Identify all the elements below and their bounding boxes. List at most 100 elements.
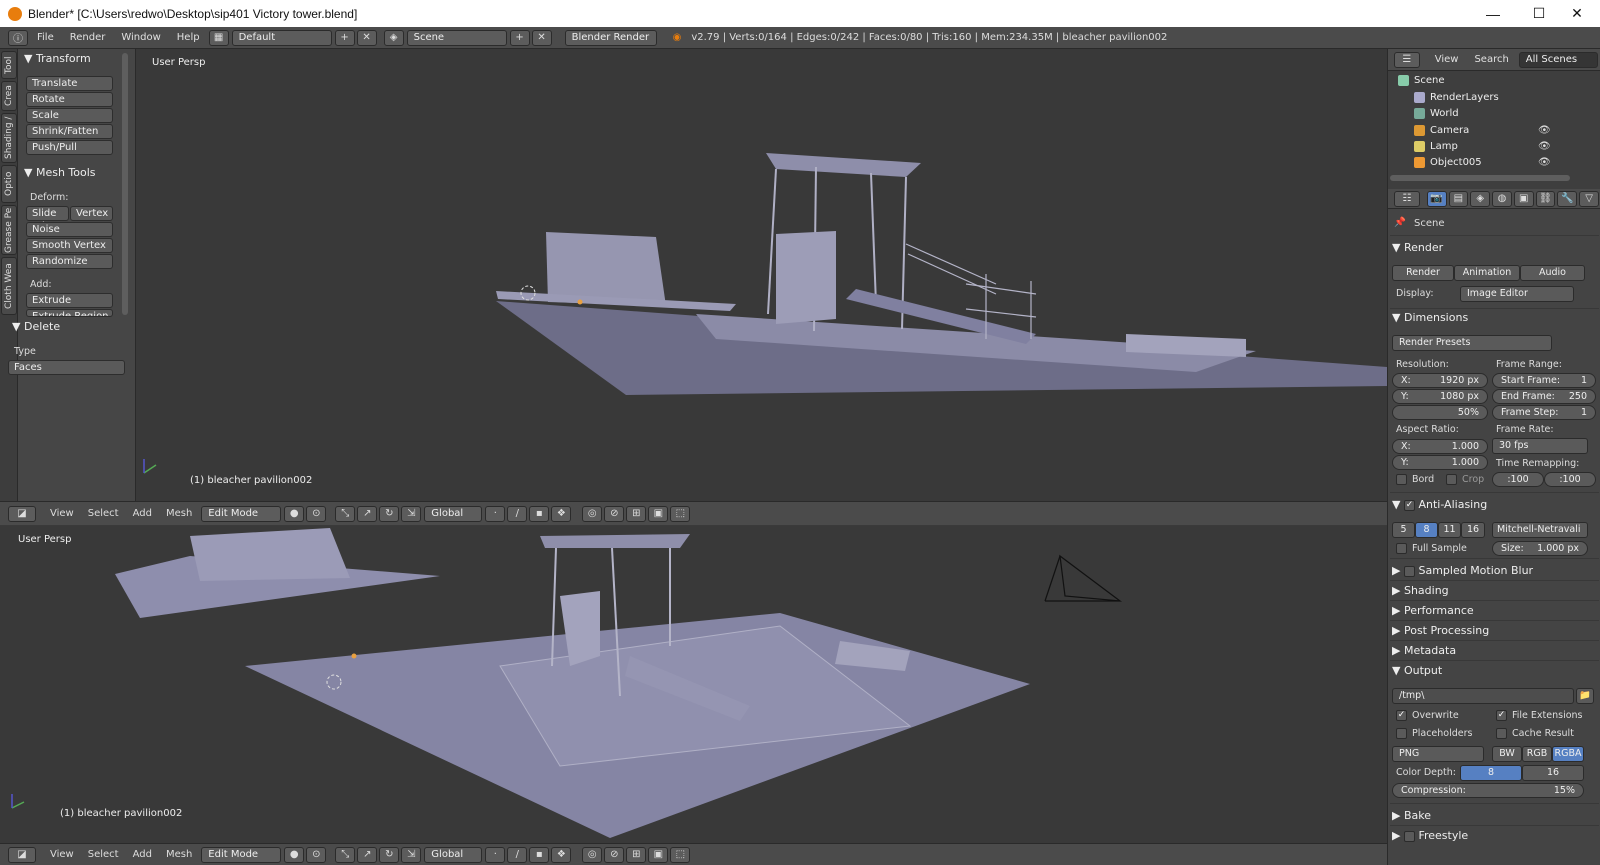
menu-add[interactable]: Add bbox=[126, 508, 159, 519]
toolshelf-scrollbar[interactable] bbox=[122, 53, 128, 315]
start-frame-field[interactable]: Start Frame: 1 bbox=[1492, 373, 1596, 388]
add-scene-icon[interactable]: + bbox=[509, 29, 530, 46]
remove-scene-icon[interactable]: ✕ bbox=[531, 29, 552, 46]
freestyle-checkbox[interactable] bbox=[1403, 830, 1415, 842]
face-select-icon-bottom[interactable]: ▪ bbox=[529, 846, 550, 863]
data-tab-icon[interactable]: ▽ bbox=[1579, 190, 1599, 207]
crop-checkbox[interactable] bbox=[1446, 474, 1457, 485]
menu-add-bottom[interactable]: Add bbox=[126, 849, 159, 860]
cache-result-checkbox[interactable] bbox=[1496, 728, 1507, 739]
aa-sample-5[interactable]: 5 bbox=[1392, 522, 1415, 538]
editor-type-icon[interactable]: ◪ bbox=[8, 505, 36, 522]
file-extensions-checkbox[interactable]: ✓ bbox=[1496, 710, 1507, 721]
pin-icon[interactable]: 📌 bbox=[1394, 217, 1406, 228]
proportional-icon[interactable]: ◎ bbox=[582, 505, 603, 522]
outliner-search-menu[interactable]: Search bbox=[1466, 54, 1516, 65]
color-rgb-button[interactable]: RGB bbox=[1522, 746, 1552, 762]
rotate-button[interactable]: Rotate bbox=[26, 92, 113, 107]
render-presets-dropdown[interactable]: Render Presets bbox=[1392, 335, 1552, 351]
pivot-icon[interactable]: ⊙ bbox=[306, 505, 327, 522]
folder-icon[interactable]: 📁 bbox=[1576, 688, 1594, 704]
menu-window[interactable]: Window bbox=[113, 32, 168, 43]
render-tab-icon[interactable]: 📷 bbox=[1426, 190, 1447, 207]
shading-icon[interactable]: ● bbox=[284, 505, 305, 522]
proportional-icon-bottom[interactable]: ◎ bbox=[582, 846, 603, 863]
resolution-y-field[interactable]: Y: 1080 px bbox=[1392, 389, 1488, 404]
manipulator-icon[interactable]: ⤡ bbox=[335, 505, 356, 522]
outliner-display-dropdown[interactable]: All Scenes bbox=[1518, 51, 1598, 68]
aa-sample-16[interactable]: 16 bbox=[1461, 522, 1485, 538]
menu-view[interactable]: View bbox=[43, 508, 81, 519]
modifiers-tab-icon[interactable]: 🔧 bbox=[1557, 190, 1578, 207]
camera-view-icon-bottom[interactable]: ⬚ bbox=[670, 846, 691, 863]
delete-type-dropdown[interactable]: Faces bbox=[8, 360, 125, 375]
bake-panel-header[interactable]: ▶ Bake bbox=[1392, 809, 1431, 822]
push-pull-button[interactable]: Push/Pull bbox=[26, 140, 113, 155]
viewport-top[interactable]: User Persp (1) bleacher pavilion002 bbox=[136, 49, 1387, 501]
tab-grease-pencil[interactable]: Grease Pe bbox=[1, 205, 17, 255]
file-format-dropdown[interactable]: PNG bbox=[1392, 746, 1484, 762]
outliner-hscrollbar[interactable] bbox=[1390, 175, 1570, 181]
snap-element-icon[interactable]: ⊞ bbox=[626, 505, 647, 522]
audio-button[interactable]: Audio bbox=[1520, 265, 1585, 281]
menu-file[interactable]: File bbox=[29, 32, 62, 43]
slide-edge-button[interactable]: Slide Ed bbox=[26, 206, 69, 232]
remap-new-field[interactable]: :100 bbox=[1544, 472, 1596, 487]
menu-select-bottom[interactable]: Select bbox=[81, 849, 126, 860]
output-path-field[interactable]: /tmp\ bbox=[1392, 688, 1574, 704]
anti-aliasing-checkbox[interactable]: ✓ bbox=[1403, 499, 1415, 511]
close-button[interactable]: ✕ bbox=[1554, 0, 1600, 27]
anti-aliasing-panel-header[interactable]: ▼ ✓ Anti-Aliasing bbox=[1392, 498, 1487, 511]
transform-panel-header[interactable]: ▼ Transform bbox=[24, 52, 91, 65]
aa-sample-8[interactable]: 8 bbox=[1415, 522, 1438, 538]
menu-mesh-bottom[interactable]: Mesh bbox=[159, 849, 199, 860]
frame-step-field[interactable]: Frame Step: 1 bbox=[1492, 405, 1596, 420]
aa-filter-dropdown[interactable]: Mitchell-Netravali bbox=[1492, 522, 1588, 538]
world-tab-icon[interactable]: ◍ bbox=[1492, 190, 1512, 207]
color-depth-16-button[interactable]: 16 bbox=[1522, 765, 1584, 781]
outliner-item-object005[interactable]: Object005 bbox=[1414, 157, 1482, 168]
scale-manip-icon[interactable]: ⇲ bbox=[401, 505, 422, 522]
face-select-icon[interactable]: ▪ bbox=[529, 505, 550, 522]
add-layout-icon[interactable]: + bbox=[334, 29, 355, 46]
render-icon[interactable]: ▣ bbox=[648, 505, 669, 522]
metadata-panel-header[interactable]: ▶ Metadata bbox=[1392, 644, 1456, 657]
extrude-dropdown[interactable]: Extrude bbox=[26, 293, 113, 308]
output-panel-header[interactable]: ▼ Output bbox=[1392, 664, 1442, 677]
scale-manip-icon-bottom[interactable]: ⇲ bbox=[401, 846, 422, 863]
animation-button[interactable]: Animation bbox=[1454, 265, 1520, 281]
shading-icon-bottom[interactable]: ● bbox=[284, 846, 305, 863]
aa-size-field[interactable]: Size: 1.000 px bbox=[1492, 541, 1588, 556]
snap-icon-bottom[interactable]: ⊘ bbox=[604, 846, 625, 863]
shading-panel-header[interactable]: ▶ Shading bbox=[1392, 584, 1449, 597]
snap-element-icon-bottom[interactable]: ⊞ bbox=[626, 846, 647, 863]
translate-button[interactable]: Translate bbox=[26, 76, 113, 91]
vertex-select-icon-bottom[interactable]: · bbox=[485, 846, 506, 863]
mode-dropdown-bottom[interactable]: Edit Mode bbox=[201, 846, 282, 863]
snap-icon[interactable]: ⊘ bbox=[604, 505, 625, 522]
properties-editor-icon[interactable]: ☷ bbox=[1394, 190, 1420, 207]
scene-dropdown[interactable]: Scene bbox=[406, 29, 507, 46]
compression-slider[interactable]: Compression: 15% bbox=[1392, 783, 1584, 798]
mesh-tools-panel-header[interactable]: ▼ Mesh Tools bbox=[24, 166, 96, 179]
occlude-icon[interactable]: ❖ bbox=[551, 505, 572, 522]
minimize-button[interactable]: — bbox=[1470, 0, 1516, 27]
outliner-item-world[interactable]: World bbox=[1414, 108, 1459, 119]
color-bw-button[interactable]: BW bbox=[1492, 746, 1522, 762]
shrink-fatten-button[interactable]: Shrink/Fatten bbox=[26, 124, 113, 139]
camera-view-icon[interactable]: ⬚ bbox=[670, 505, 691, 522]
edge-select-icon[interactable]: / bbox=[507, 505, 528, 522]
pivot-icon-bottom[interactable]: ⊙ bbox=[306, 846, 327, 863]
outliner-view-menu[interactable]: View bbox=[1427, 54, 1467, 65]
outliner-item-renderlayers[interactable]: RenderLayers bbox=[1414, 92, 1499, 103]
editor-type-icon-bottom[interactable]: ◪ bbox=[8, 846, 36, 863]
tab-cloth-weaver[interactable]: Cloth Wea bbox=[1, 257, 17, 315]
render-button[interactable]: Render bbox=[1392, 265, 1454, 281]
menu-render[interactable]: Render bbox=[62, 32, 114, 43]
display-dropdown[interactable]: Image Editor bbox=[1460, 286, 1574, 302]
scene-tab-icon[interactable]: ◈ bbox=[1470, 190, 1491, 207]
performance-panel-header[interactable]: ▶ Performance bbox=[1392, 604, 1474, 617]
visibility-eye-icon[interactable]: 👁 bbox=[1538, 157, 1551, 168]
object-tab-icon[interactable]: ▣ bbox=[1513, 190, 1534, 207]
aspect-x-field[interactable]: X: 1.000 bbox=[1392, 439, 1488, 454]
